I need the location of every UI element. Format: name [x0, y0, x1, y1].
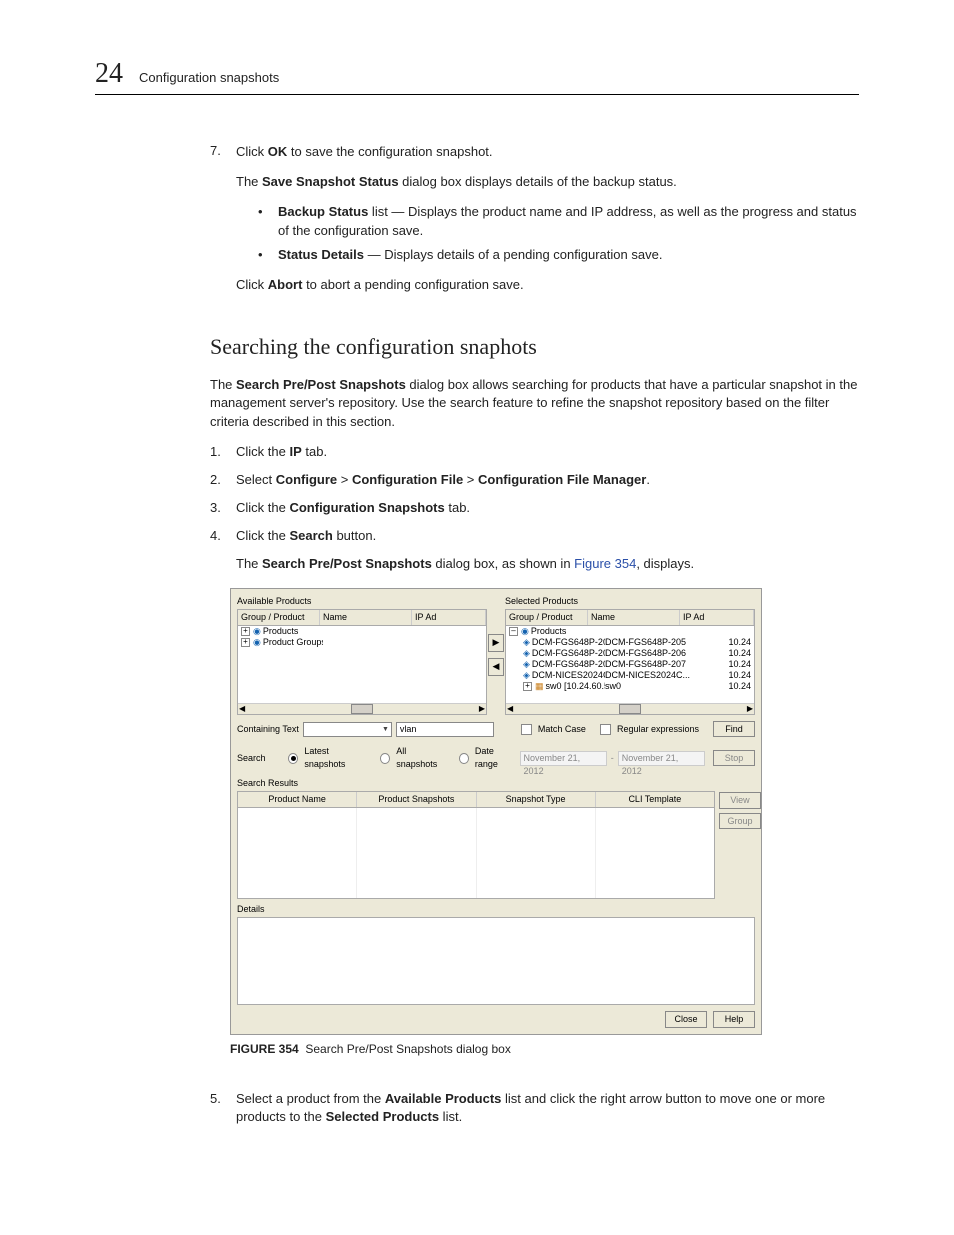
- match-case-checkbox[interactable]: [521, 724, 532, 735]
- details-panel: [237, 917, 755, 1005]
- selected-products-panel: Selected Products Group / Product Name I…: [505, 595, 755, 715]
- list-item: 5. Select a product from the Available P…: [210, 1090, 859, 1126]
- table-header: Group / Product Name IP Ad: [505, 609, 755, 626]
- group-button[interactable]: Group: [719, 813, 761, 830]
- device-icon: ◈: [523, 637, 530, 647]
- close-button[interactable]: Close: [665, 1011, 707, 1028]
- containing-text-select[interactable]: [303, 722, 392, 737]
- paragraph: The Search Pre/Post Snapshots dialog box…: [210, 376, 859, 431]
- all-snapshots-radio[interactable]: [380, 753, 390, 764]
- scrollbar[interactable]: ◀▶: [238, 703, 486, 714]
- date-range-radio[interactable]: [459, 753, 469, 764]
- list-item: 4. Click the Search button. The Search P…: [210, 527, 859, 1080]
- latest-snapshots-radio[interactable]: [288, 753, 298, 764]
- search-label: Search: [237, 752, 266, 765]
- table-header: Group / Product Name IP Ad: [237, 609, 487, 626]
- bullet-icon: •: [258, 246, 266, 264]
- section-heading: Searching the configuration snaphots: [210, 334, 859, 360]
- move-right-button[interactable]: ▶: [488, 634, 504, 652]
- stop-button[interactable]: Stop: [713, 750, 755, 767]
- collapse-icon[interactable]: –: [509, 627, 518, 636]
- figure-caption: FIGURE 354 Search Pre/Post Snapshots dia…: [230, 1041, 859, 1058]
- results-header: Product Name Product Snapshots Snapshot …: [237, 791, 715, 808]
- containing-text-label: Containing Text: [237, 723, 299, 736]
- bullet-icon: •: [258, 203, 266, 239]
- details-label: Details: [237, 903, 755, 916]
- globe-icon: ◉: [253, 626, 261, 636]
- device-icon: ◈: [523, 659, 530, 669]
- device-icon: ◈: [523, 670, 530, 680]
- page-header: 24 Configuration snapshots: [95, 58, 859, 95]
- search-text-input[interactable]: vlan: [396, 722, 494, 737]
- move-left-button[interactable]: ◀: [488, 658, 504, 676]
- bullet-item: • Status Details — Displays details of a…: [258, 246, 859, 264]
- paragraph: Click OK to save the configuration snaps…: [236, 143, 859, 161]
- expand-icon[interactable]: +: [523, 682, 532, 691]
- find-button[interactable]: Find: [713, 721, 755, 738]
- chapter-number: 24: [95, 58, 123, 90]
- list-item: 2. Select Configure > Configuration File…: [210, 471, 859, 489]
- list-item: 7. Click OK to save the configuration sn…: [210, 143, 859, 306]
- tree-view[interactable]: –◉Products ◈DCM-FGS648P-205 [1(DCM-FGS64…: [505, 626, 755, 715]
- figure-link[interactable]: Figure 354: [574, 556, 636, 571]
- date-to-picker[interactable]: November 21, 2012: [618, 751, 705, 766]
- scrollbar[interactable]: ◀▶: [506, 703, 754, 714]
- expand-icon[interactable]: +: [241, 638, 250, 647]
- search-results-label: Search Results: [237, 777, 755, 790]
- paragraph: Click Abort to abort a pending configura…: [236, 276, 859, 294]
- switch-icon: ▦: [535, 681, 544, 691]
- tree-view[interactable]: +◉Products +◉Product Groups ◀▶: [237, 626, 487, 715]
- chapter-title: Configuration snapshots: [139, 70, 279, 85]
- results-table[interactable]: [237, 808, 715, 899]
- step-number: 7.: [210, 143, 224, 306]
- view-button[interactable]: View: [719, 792, 761, 809]
- list-item: 1. Click the IP tab.: [210, 443, 859, 461]
- expand-icon[interactable]: +: [241, 627, 250, 636]
- list-item: 3. Click the Configuration Snapshots tab…: [210, 499, 859, 517]
- bullet-item: • Backup Status list — Displays the prod…: [258, 203, 859, 239]
- paragraph: The Save Snapshot Status dialog box disp…: [236, 173, 859, 191]
- help-button[interactable]: Help: [713, 1011, 755, 1028]
- globe-icon: ◉: [521, 626, 529, 636]
- dialog-screenshot: Available Products Group / Product Name …: [230, 588, 762, 1035]
- date-from-picker[interactable]: November 21, 2012: [520, 751, 607, 766]
- available-products-panel: Available Products Group / Product Name …: [237, 595, 487, 715]
- globe-icon: ◉: [253, 637, 261, 647]
- device-icon: ◈: [523, 648, 530, 658]
- regex-checkbox[interactable]: [600, 724, 611, 735]
